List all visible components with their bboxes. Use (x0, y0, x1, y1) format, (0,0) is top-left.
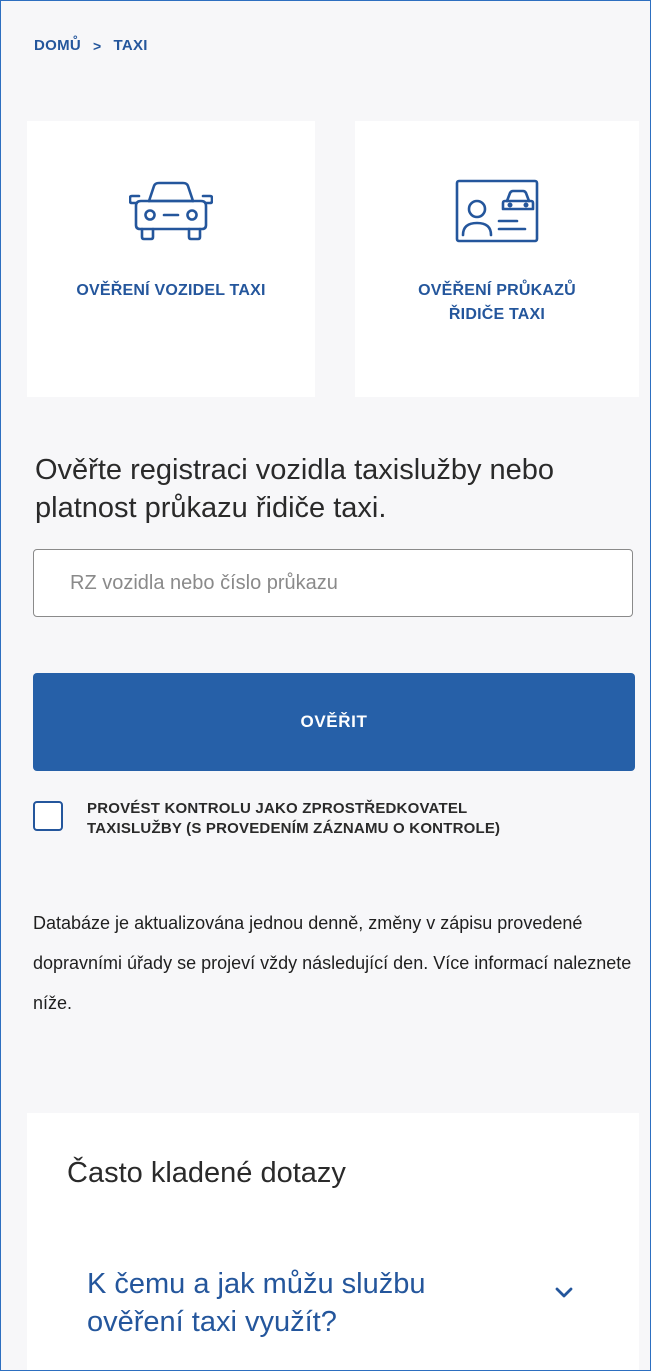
breadcrumb-current[interactable]: TAXI (114, 37, 148, 54)
verify-licenses-label-line2: ŘIDIČE TAXI (448, 306, 546, 323)
verify-vehicles-label: OVĚŘENÍ VOZIDEL TAXI (76, 282, 266, 299)
verify-licenses-card[interactable]: OVĚŘENÍ PRŮKAZŮ ŘIDIČE TAXI (355, 121, 639, 397)
verify-licenses-label-line1: OVĚŘENÍ PRŮKAZŮ (418, 282, 576, 299)
breadcrumb-separator: > (93, 37, 102, 54)
database-info-text: Databáze je aktualizována jednou denně, … (33, 913, 632, 1013)
intermediary-label-line1: PROVÉST KONTROLU JAKO ZPROSTŘEDKOVATEL (87, 800, 468, 817)
intermediary-checkbox[interactable] (33, 801, 63, 831)
car-icon (129, 181, 213, 241)
form-heading: Ověřte registraci vozidla taxislužby neb… (35, 454, 555, 524)
verification-form: Ověřte registraci vozidla taxislužby neb… (27, 433, 639, 1045)
driver-license-icon (455, 179, 539, 243)
intermediary-check-row[interactable]: PROVÉST KONTROLU JAKO ZPROSTŘEDKOVATEL T… (33, 799, 627, 839)
breadcrumb: DOMŮ > TAXI (34, 37, 148, 54)
chevron-down-icon[interactable] (553, 1285, 575, 1299)
faq-section: Často kladené dotazy K čemu a jak můžu s… (27, 1113, 639, 1370)
faq-item[interactable]: K čemu a jak můžu službu ověření taxi vy… (87, 1265, 607, 1341)
registration-search-input[interactable] (33, 549, 633, 617)
breadcrumb-home-link[interactable]: DOMŮ (34, 37, 81, 54)
page: DOMŮ > TAXI OVĚŘENÍ VOZIDEL TAXI OVĚŘENÍ… (0, 0, 651, 1371)
faq-title: Často kladené dotazy (67, 1157, 346, 1189)
intermediary-checkbox-label[interactable]: PROVÉST KONTROLU JAKO ZPROSTŘEDKOVATEL T… (87, 799, 627, 839)
verify-vehicles-card[interactable]: OVĚŘENÍ VOZIDEL TAXI (27, 121, 315, 397)
intermediary-label-line2: TAXISLUŽBY (S PROVEDENÍM ZÁZNAMU O KONTR… (87, 820, 501, 837)
faq-question[interactable]: K čemu a jak můžu službu ověření taxi vy… (87, 1265, 507, 1341)
verify-licenses-label: OVĚŘENÍ PRŮKAZŮ ŘIDIČE TAXI (418, 279, 576, 327)
verify-button[interactable]: OVĚŘIT (33, 673, 635, 771)
